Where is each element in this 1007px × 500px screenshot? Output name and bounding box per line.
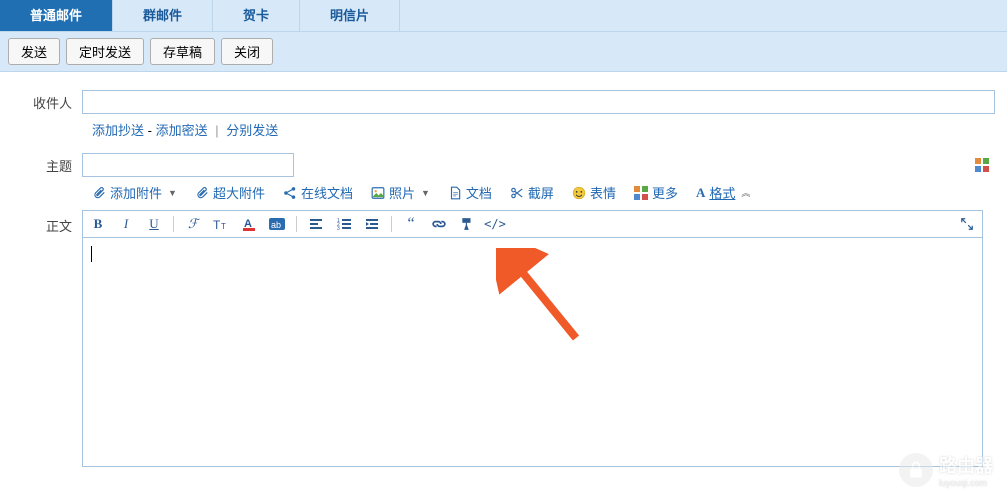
mail-type-tabs: 普通邮件 群邮件 贺卡 明信片 xyxy=(0,0,1007,32)
align-icon[interactable] xyxy=(307,215,325,233)
body-label: 正文 xyxy=(12,210,82,467)
format-toggle[interactable]: A 格式︽ xyxy=(696,183,750,202)
image-icon xyxy=(371,186,385,200)
attach-bar: 添加附件▼ 超大附件 在线文档 照片▼ 文档 截屏 表情 更多 xyxy=(92,183,995,202)
paperclip-icon xyxy=(92,186,106,200)
svg-text:ab: ab xyxy=(271,220,281,230)
close-button[interactable]: 关闭 xyxy=(221,38,273,65)
underline-icon[interactable]: U xyxy=(145,215,163,233)
photo[interactable]: 照片▼ xyxy=(371,183,430,202)
quote-icon[interactable]: “ xyxy=(402,215,420,233)
subject-label: 主题 xyxy=(12,156,82,175)
format-toolbar: B I U ℱ TT A ab 123 “ </> xyxy=(83,211,982,238)
code-icon[interactable]: </> xyxy=(486,215,504,233)
italic-icon[interactable]: I xyxy=(117,215,135,233)
document-icon xyxy=(448,186,462,200)
format-painter-icon[interactable] xyxy=(458,215,476,233)
editor: B I U ℱ TT A ab 123 “ </> xyxy=(82,210,983,467)
grid-icon xyxy=(634,186,648,200)
lock-icon xyxy=(899,453,933,487)
scissors-icon xyxy=(510,186,524,200)
link-icon[interactable] xyxy=(430,215,448,233)
svg-text:T: T xyxy=(213,218,221,231)
tab-greeting[interactable]: 贺卡 xyxy=(213,0,300,31)
tab-regular[interactable]: 普通邮件 xyxy=(0,0,113,31)
highlight-icon[interactable]: ab xyxy=(268,215,286,233)
paperclip-icon xyxy=(195,186,209,200)
fullscreen-icon[interactable] xyxy=(958,215,976,233)
add-bcc-link[interactable]: 添加密送 xyxy=(156,123,208,138)
indent-icon[interactable] xyxy=(363,215,381,233)
big-attachment[interactable]: 超大附件 xyxy=(195,183,265,202)
font-color-icon[interactable]: A xyxy=(240,215,258,233)
action-toolbar: 发送 定时发送 存草稿 关闭 xyxy=(0,32,1007,72)
add-attachment[interactable]: 添加附件▼ xyxy=(92,183,177,202)
format-icon: A xyxy=(696,185,705,201)
font-family-icon[interactable]: ℱ xyxy=(184,215,202,233)
tab-group[interactable]: 群邮件 xyxy=(113,0,213,31)
svg-text:3: 3 xyxy=(337,226,340,231)
chevron-up-icon: ︽ xyxy=(741,186,750,199)
bold-icon[interactable]: B xyxy=(89,215,107,233)
add-cc-link[interactable]: 添加抄送 xyxy=(92,123,144,138)
cc-bcc-links: 添加抄送 - 添加密送 | 分别发送 xyxy=(92,120,995,139)
emoji[interactable]: 表情 xyxy=(572,183,616,202)
to-input[interactable] xyxy=(82,90,995,114)
dropdown-icon: ▼ xyxy=(421,188,430,198)
share-icon xyxy=(283,186,297,200)
screenshot[interactable]: 截屏 xyxy=(510,183,554,202)
apps-icon[interactable] xyxy=(975,158,989,172)
schedule-button[interactable]: 定时发送 xyxy=(66,38,144,65)
send-button[interactable]: 发送 xyxy=(8,38,60,65)
dropdown-icon: ▼ xyxy=(168,188,177,198)
to-label: 收件人 xyxy=(12,93,82,112)
smile-icon xyxy=(572,186,586,200)
svg-text:T: T xyxy=(221,222,226,231)
online-doc[interactable]: 在线文档 xyxy=(283,183,353,202)
watermark: 路由器luyouqi.com xyxy=(899,452,993,488)
list-ol-icon[interactable]: 123 xyxy=(335,215,353,233)
save-draft-button[interactable]: 存草稿 xyxy=(150,38,215,65)
document[interactable]: 文档 xyxy=(448,183,492,202)
tab-postcard[interactable]: 明信片 xyxy=(300,0,400,31)
subject-input[interactable] xyxy=(82,153,294,177)
more[interactable]: 更多 xyxy=(634,183,678,202)
body-textarea[interactable] xyxy=(83,238,982,466)
split-send-link[interactable]: 分别发送 xyxy=(226,123,278,138)
font-size-icon[interactable]: TT xyxy=(212,215,230,233)
text-cursor xyxy=(91,246,92,262)
